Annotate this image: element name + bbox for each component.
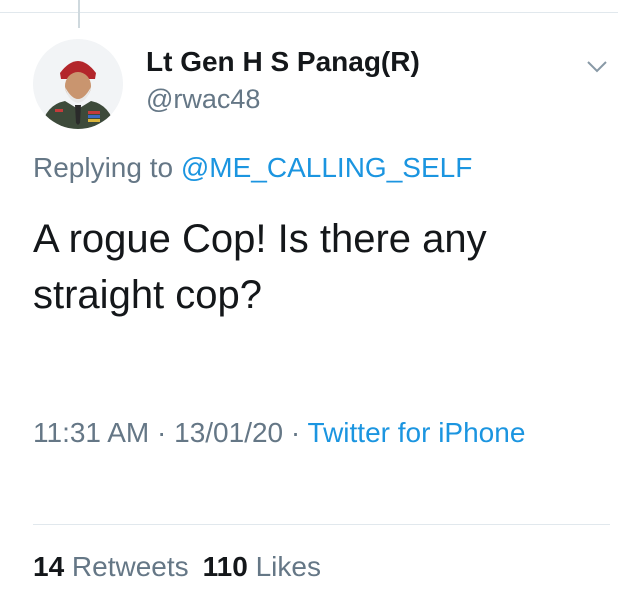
engagement-stats: 14 Retweets 110 Likes xyxy=(33,551,321,583)
likes-stat[interactable]: 110 Likes xyxy=(203,551,321,582)
likes-label: Likes xyxy=(247,551,321,582)
author-display-name[interactable]: Lt Gen H S Panag(R) xyxy=(146,46,420,78)
stats-divider xyxy=(33,524,610,525)
retweets-label: Retweets xyxy=(64,551,189,582)
retweets-count: 14 xyxy=(33,551,65,582)
replying-to-prefix: Replying to xyxy=(33,152,181,183)
tweet-meta: 11:31 AM · 13/01/20 · Twitter for iPhone xyxy=(33,412,593,454)
avatar-image xyxy=(33,39,123,129)
likes-count: 110 xyxy=(202,551,248,582)
avatar[interactable] xyxy=(33,39,123,129)
meta-separator: · xyxy=(283,417,308,448)
author-handle[interactable]: @rwac48 xyxy=(146,84,260,115)
tweet-text: A rogue Cop! Is there any straight cop? xyxy=(33,217,487,317)
top-divider xyxy=(0,12,618,13)
reply-mention-link[interactable]: @ME_CALLING_SELF xyxy=(181,152,472,183)
chevron-down-icon[interactable] xyxy=(586,60,608,74)
tweet-time[interactable]: 11:31 AM xyxy=(33,417,149,448)
replying-to-line: Replying to @ME_CALLING_SELF xyxy=(33,152,472,184)
retweets-stat[interactable]: 14 Retweets xyxy=(33,551,189,582)
meta-separator: · xyxy=(149,417,175,448)
tweet-source-link[interactable]: Twitter for iPhone xyxy=(308,417,526,448)
tweet-date[interactable]: 13/01/20 xyxy=(174,417,283,448)
thread-connector-line xyxy=(78,0,80,28)
